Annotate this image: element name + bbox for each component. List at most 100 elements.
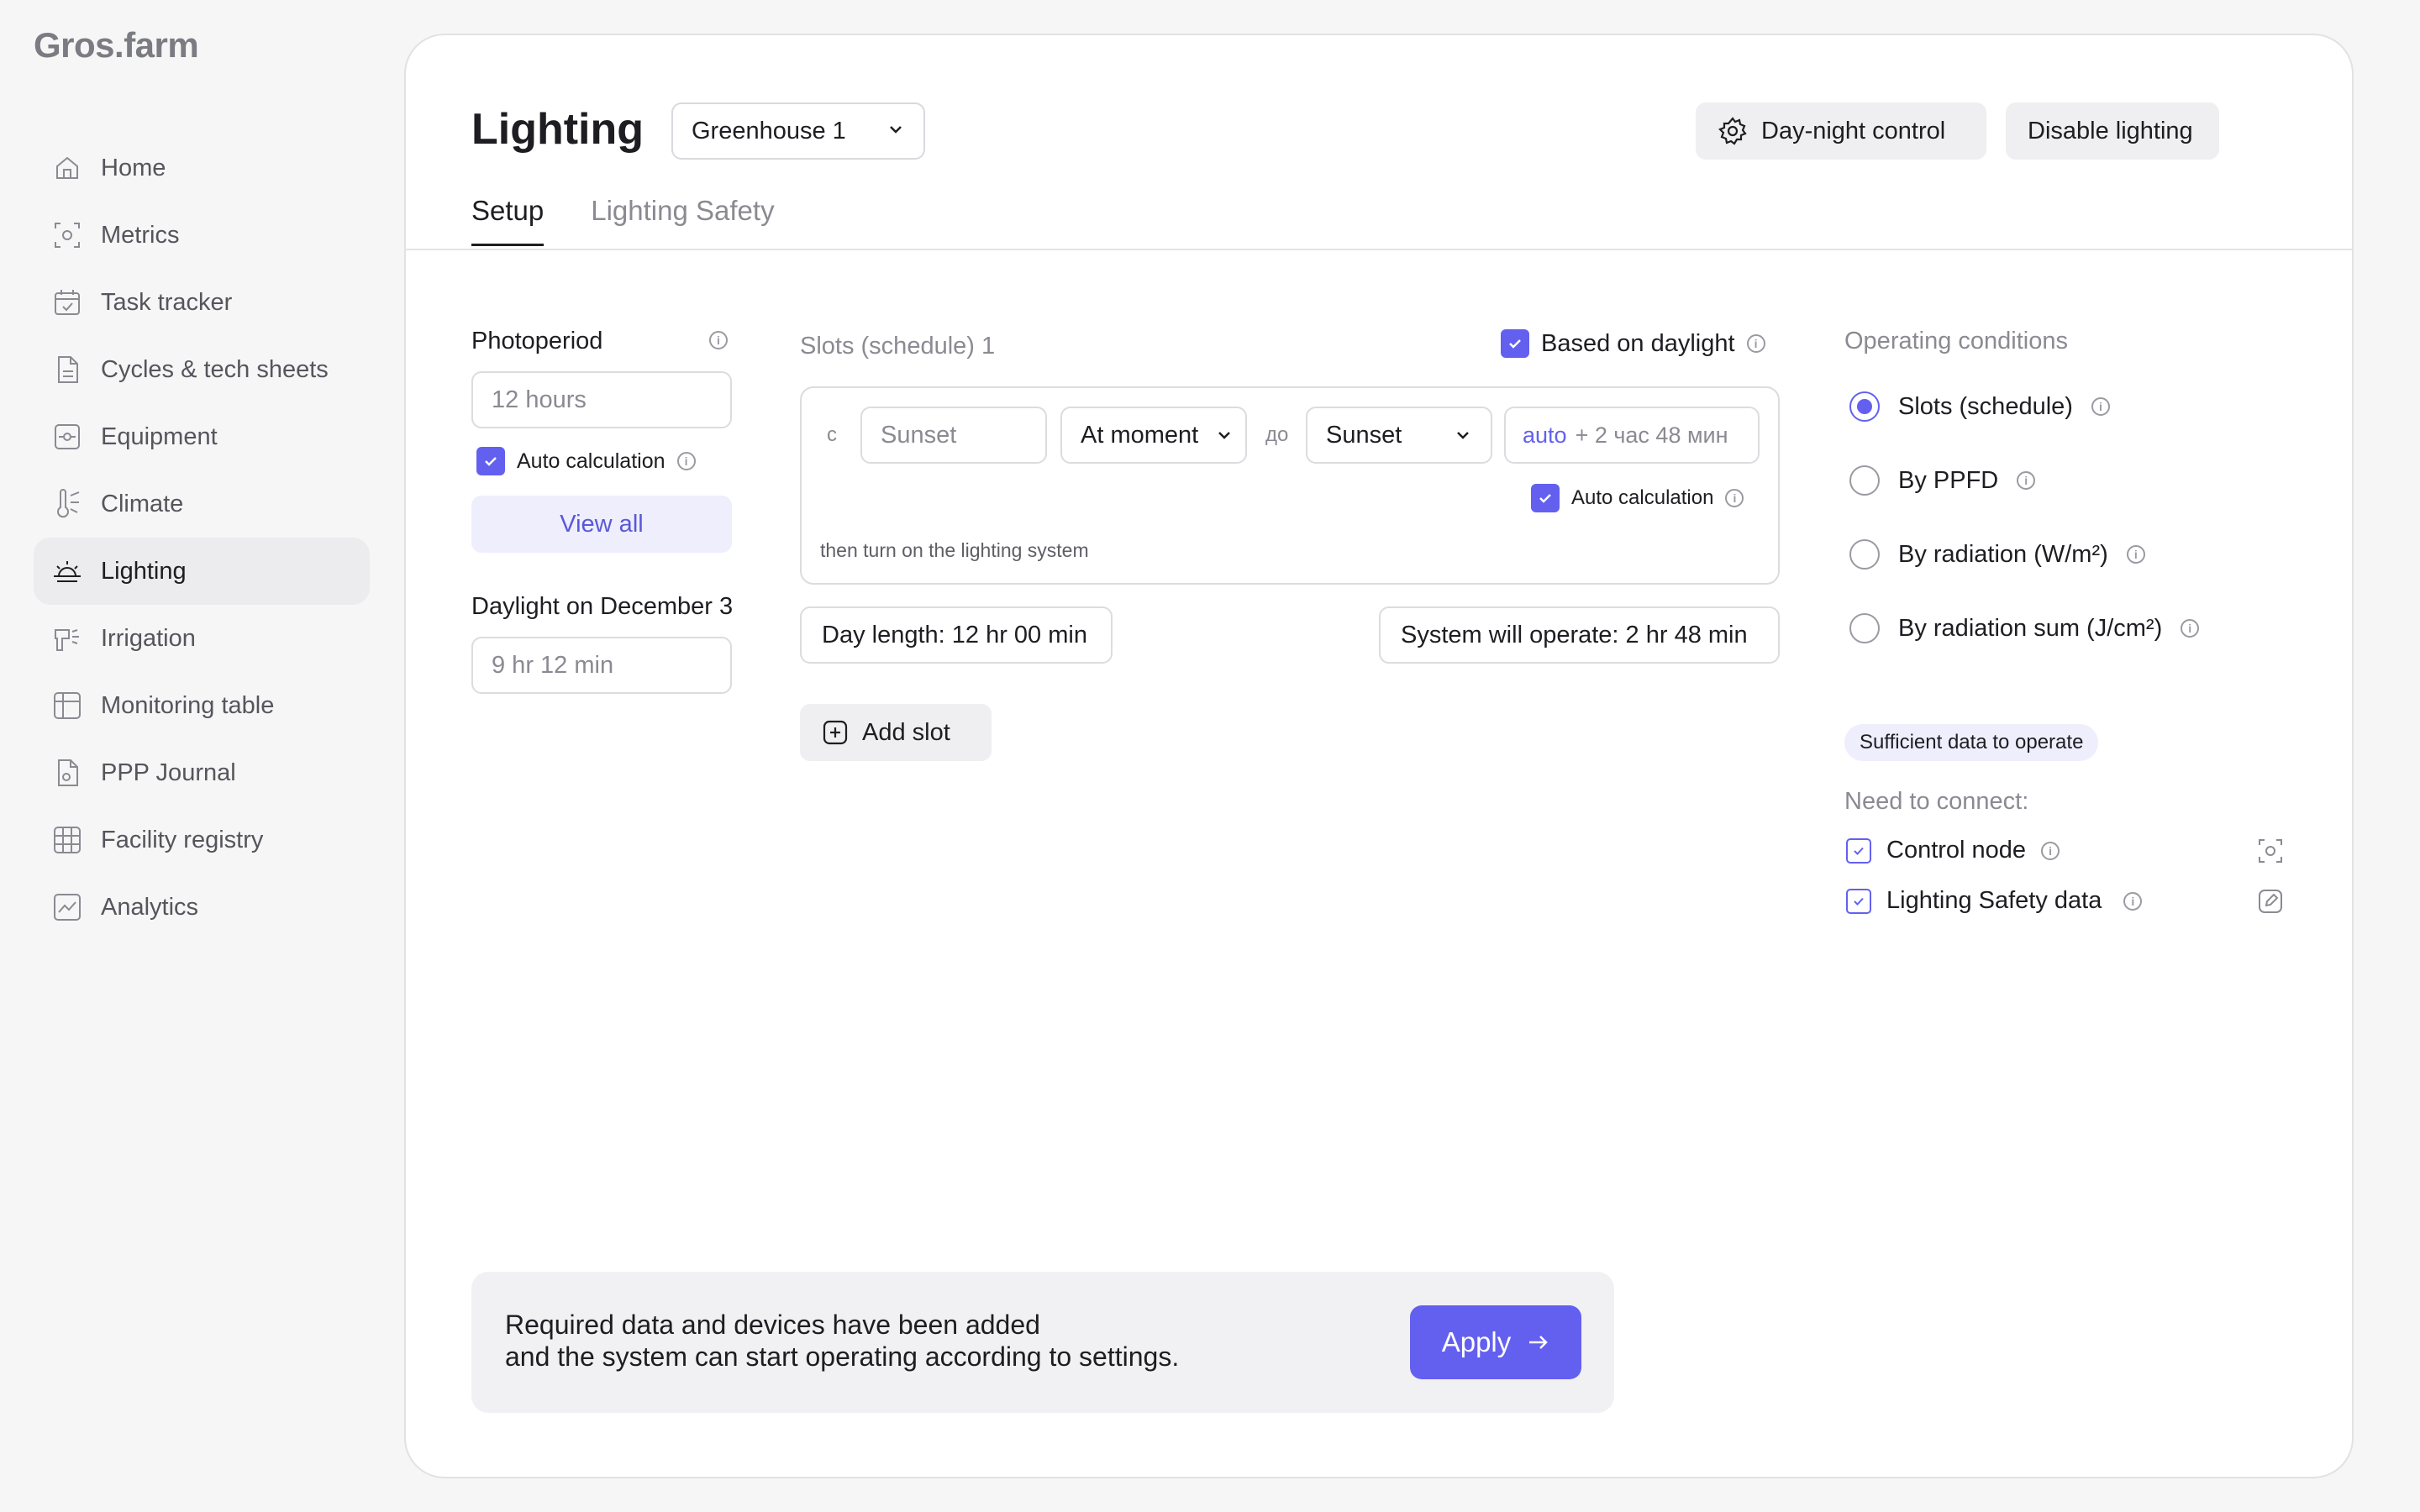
sidebar-item-irrigation[interactable]: Irrigation [34,605,370,672]
node-icon[interactable] [2256,837,2285,865]
sidebar-item-label: Analytics [101,893,199,921]
add-slot-button[interactable]: Add slot [800,704,992,761]
radio-unselected[interactable] [1849,539,1880,570]
checkbox-checked[interactable] [476,447,505,475]
condition-label: By PPFD [1898,466,1999,494]
sidebar-item-label: Metrics [101,221,180,249]
condition-radiation[interactable]: By radiation (W/m²) i [1849,539,2145,570]
greenhouse-select[interactable]: Greenhouse 1 [671,102,925,160]
add-slot-label: Add slot [862,718,950,746]
chevron-down-icon [1454,426,1472,444]
tab-lighting-safety[interactable]: Lighting Safety [591,195,774,246]
sidebar-item-equipment[interactable]: Equipment [34,403,370,470]
condition-label: By radiation sum (J/cm²) [1898,614,2163,642]
moment-select-value: At moment [1081,421,1199,449]
day-length-chip: Day length: 12 hr 00 min [800,606,1113,664]
condition-label: Slots (schedule) [1898,392,2073,420]
sidebar-item-cycles[interactable]: Cycles & tech sheets [34,336,370,403]
slot-card: с Sunset At moment до Sunset auto + 2 ча… [800,386,1780,585]
daylight-input[interactable]: 9 hr 12 min [471,637,732,694]
equipment-icon [50,420,84,454]
to-prefix: до [1265,423,1289,446]
from-input[interactable]: Sunset [860,407,1047,464]
photoperiod-input-placeholder: 12 hours [492,386,587,413]
sidebar-item-label: Task tracker [101,288,233,316]
auto-duration-input[interactable]: auto + 2 час 48 мин [1504,407,1760,464]
radio-unselected[interactable] [1849,613,1880,643]
condition-slots[interactable]: Slots (schedule) i [1849,391,2110,422]
daylight-label: Daylight on December 3 [471,593,734,620]
moment-select[interactable]: At moment [1060,407,1247,464]
sidebar-item-climate[interactable]: Climate [34,470,370,538]
info-icon[interactable]: i [676,452,696,470]
checkbox-checked[interactable] [1501,329,1529,358]
info-icon[interactable]: i [2017,471,2036,490]
arrow-right-icon [1526,1331,1549,1354]
sidebar-item-facility-registry[interactable]: Facility registry [34,806,370,874]
sidebar-item-label: PPP Journal [101,759,236,786]
auto-calc-label: Auto calculation [517,449,666,473]
condition-ppfd[interactable]: By PPFD i [1849,465,2036,496]
page-title: Lighting [471,105,644,154]
view-all-button[interactable]: View all [471,496,732,553]
checkbox-checked[interactable] [1846,888,1871,914]
info-icon[interactable]: i [2091,397,2110,416]
sidebar-item-analytics[interactable]: Analytics [34,874,370,941]
checkbox-checked[interactable] [1846,837,1871,864]
connection-control-node: Control node i [1846,837,2060,864]
info-icon[interactable]: i [2041,841,2060,860]
info-icon[interactable]: i [1746,334,1765,353]
tabs-divider [406,249,2352,250]
disable-lighting-button[interactable]: Disable lighting [2006,102,2219,160]
slots-title: Slots (schedule) 1 [800,333,996,360]
sidebar-item-lighting[interactable]: Lighting [34,538,370,605]
auto-calc-label: Auto calculation [1571,486,1714,509]
day-night-control-label: Day-night control [1761,117,1946,144]
sidebar-item-label: Climate [101,490,184,517]
radio-unselected[interactable] [1849,465,1880,496]
ready-line-1: Required data and devices have been adde… [505,1310,1040,1340]
day-night-control-button[interactable]: Day-night control [1696,102,1986,160]
chevron-down-icon [1215,426,1234,444]
connection-label: Lighting Safety data [1886,887,2102,914]
irrigation-icon [50,622,84,655]
slot-auto-calc: Auto calculation i [1531,484,1744,512]
metrics-icon [50,218,84,252]
tabs: Setup Lighting Safety [471,195,775,246]
chart-icon [50,890,84,924]
sidebar-item-task-tracker[interactable]: Task tracker [34,269,370,336]
from-prefix: с [827,423,837,446]
home-icon [50,151,84,185]
to-select[interactable]: Sunset [1306,407,1492,464]
condition-radiation-sum[interactable]: By radiation sum (J/cm²) i [1849,613,2200,643]
journal-icon [50,756,84,790]
main-card: Lighting Greenhouse 1 Day-night control … [404,34,2354,1478]
edit-icon[interactable] [2256,887,2285,916]
sidebar-item-monitoring-table[interactable]: Monitoring table [34,672,370,739]
calendar-check-icon [50,286,84,319]
info-icon[interactable]: i [1725,489,1744,507]
based-on-daylight-label: Based on daylight [1541,329,1735,357]
grid-icon [50,823,84,857]
apply-button[interactable]: Apply [1410,1305,1581,1379]
info-icon[interactable]: i [709,331,728,349]
info-icon[interactable]: i [2123,891,2143,911]
info-icon[interactable]: i [2181,619,2200,638]
sunrise-icon [50,554,84,588]
tab-setup[interactable]: Setup [471,195,544,246]
sidebar-item-home[interactable]: Home [34,134,370,202]
from-input-placeholder: Sunset [881,421,957,449]
radio-selected[interactable] [1849,391,1880,422]
plus-square-icon [822,719,849,746]
sidebar-item-metrics[interactable]: Metrics [34,202,370,269]
checkbox-checked[interactable] [1531,484,1560,512]
sidebar-item-label: Monitoring table [101,691,275,719]
sidebar-item-ppp-journal[interactable]: PPP Journal [34,739,370,806]
info-icon[interactable]: i [2126,545,2145,564]
photoperiod-input[interactable]: 12 hours [471,371,732,428]
auto-duration-value: + 2 час 48 мин [1575,422,1728,448]
status-badge: Sufficient data to operate [1844,724,2099,761]
chevron-down-icon [886,118,905,145]
sidebar-item-label: Equipment [101,423,218,450]
disable-lighting-label: Disable lighting [2028,117,2193,144]
